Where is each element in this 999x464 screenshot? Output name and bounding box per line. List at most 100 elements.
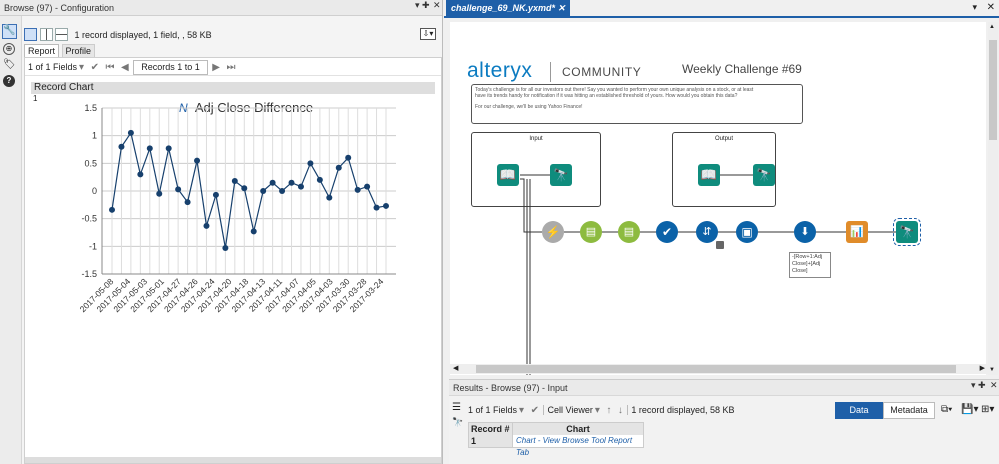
fields-dropdown-arrow-icon[interactable]: ▾ <box>519 402 524 420</box>
next-record-icon[interactable]: ▶ <box>212 59 220 77</box>
last-record-icon[interactable]: ⏭ <box>226 59 235 77</box>
data-point <box>316 176 323 183</box>
tab-close-icon[interactable]: ✕ <box>558 3 566 13</box>
results-side-icons: ☰ 🔭 <box>452 402 464 464</box>
data-point <box>156 190 163 197</box>
y-tick-label: -1 <box>89 241 97 251</box>
data-point <box>279 188 286 194</box>
tag-icon[interactable]: 🏷 <box>3 59 16 71</box>
results-fields-dropdown[interactable]: 1 of 1 Fields <box>468 405 517 415</box>
cell-viewer-dropdown[interactable]: Cell Viewer <box>543 405 593 415</box>
pin-icon[interactable]: ▾ ✚ <box>415 0 430 11</box>
select-tool[interactable]: ✔ <box>656 221 678 243</box>
data-point <box>354 186 361 193</box>
copy-icon[interactable]: ⧉▾ <box>941 404 952 415</box>
tab-dropdown-icon[interactable]: ▾ <box>972 2 977 13</box>
data-point <box>194 157 201 164</box>
workflow-canvas[interactable]: alteryx COMMUNITY Weekly Challenge #69 T… <box>450 22 986 375</box>
fields-dropdown[interactable]: 1 of 1 Fields <box>28 62 77 72</box>
horizontal-scrollbar[interactable] <box>25 457 441 463</box>
tab-document[interactable]: challenge_69_NK.yxmd* ✕ <box>446 0 571 16</box>
layout-single-icon[interactable] <box>24 28 37 42</box>
report-nav-toolbar: 1 of 1 Fields ▾ ✔ ⏮ ◀ Records 1 to 1 ▶ ⏭ <box>25 58 441 76</box>
data-point <box>146 145 153 152</box>
row-number: 1 <box>469 435 513 447</box>
data-point <box>269 179 276 186</box>
chart-cell[interactable]: Chart - View Browse Tool Report Tab <box>513 435 643 457</box>
results-close-icon[interactable]: ✕ <box>990 380 998 391</box>
scroll-up-icon[interactable]: ▲ <box>989 24 995 30</box>
save-icon[interactable]: 💾▾ <box>961 404 978 415</box>
data-point <box>335 164 342 171</box>
data-point <box>307 160 314 167</box>
wrench-icon[interactable]: 🔧 <box>2 24 17 39</box>
results-check-icon[interactable]: ✔ <box>531 402 539 420</box>
data-point <box>288 179 295 186</box>
text-to-columns-tool[interactable]: ▤ <box>580 221 602 243</box>
dropdown-arrow-icon[interactable]: ▾ <box>79 59 84 77</box>
window-close-icon[interactable]: ✕ <box>987 2 995 13</box>
data-point <box>326 194 333 201</box>
scroll-left-icon[interactable]: ◀ <box>453 364 458 372</box>
input-data-tool[interactable]: 📖 <box>497 164 519 186</box>
add-icon[interactable]: ⊞▾ <box>981 404 994 415</box>
table-header: Record # Chart <box>469 423 643 435</box>
browse-tool-selected[interactable]: 🔭 <box>893 218 921 246</box>
data-point <box>118 143 125 150</box>
data-point <box>364 183 371 190</box>
list-view-icon[interactable]: ☰ <box>452 402 464 413</box>
layout-vertical-icon[interactable] <box>55 28 69 42</box>
config-icon-strip: 🔧 ⊕ 🏷 ? <box>0 16 22 464</box>
data-point <box>212 191 219 198</box>
y-tick-label: -0.5 <box>81 214 97 224</box>
prev-record-icon[interactable]: ◀ <box>121 59 129 77</box>
table-row[interactable]: 1 Chart - View Browse Tool Report Tab <box>469 435 643 457</box>
document-tab-bar: challenge_69_NK.yxmd* ✕ ▾ ✕ <box>444 0 999 18</box>
close-icon[interactable]: ✕ <box>433 0 441 11</box>
scroll-down-icon[interactable]: ▼ <box>989 367 995 373</box>
export-icon[interactable]: ⇩▾ <box>420 28 436 40</box>
data-point <box>175 186 182 193</box>
data-button[interactable]: Data <box>835 402 883 419</box>
record-id-tool[interactable]: ▣ <box>736 221 758 243</box>
formula-annotation: -[Row+1:Adj Close]+[Adj Close] <box>789 252 831 278</box>
sort-badge-icon <box>716 241 724 249</box>
canvas-vertical-scrollbar[interactable]: ▲ ▼ <box>988 22 998 375</box>
scroll-right-icon[interactable]: ▶ <box>980 364 985 372</box>
help-icon[interactable]: ? <box>3 75 15 87</box>
browse-tool-output[interactable]: 🔭 <box>753 164 775 186</box>
tab-profile[interactable]: Profile <box>61 44 96 57</box>
data-point <box>373 204 380 211</box>
connection-icon[interactable]: ⊕ <box>3 43 15 55</box>
viewer-dropdown-arrow-icon[interactable]: ▾ <box>595 402 600 420</box>
canvas-horizontal-scrollbar[interactable]: ◀ ▶ <box>450 364 988 374</box>
results-info-text: 1 record displayed, 58 KB <box>627 405 735 415</box>
layout-horizontal-icon[interactable] <box>39 28 53 42</box>
y-tick-label: 1 <box>92 131 97 141</box>
tab-report[interactable]: Report <box>24 44 60 57</box>
data-point <box>241 185 248 192</box>
browse-tool-input[interactable]: 🔭 <box>550 164 572 186</box>
col-record-header[interactable]: Record # <box>469 423 513 435</box>
first-record-icon[interactable]: ⏮ <box>105 59 114 77</box>
metadata-button[interactable]: Metadata <box>883 402 935 419</box>
y-tick-label: 0.5 <box>84 158 97 168</box>
sort-tool[interactable]: ⇵ <box>696 221 718 243</box>
report-area: 1 of 1 Fields ▾ ✔ ⏮ ◀ Records 1 to 1 ▶ ⏭ … <box>24 57 442 464</box>
binoculars-icon[interactable]: 🔭 <box>452 417 464 428</box>
data-point <box>260 188 267 194</box>
adj-close-chart: Adj Close DifferenceN1.510.50-0.5-1-1.52… <box>78 100 396 314</box>
config-panel-title: Browse (97) - Configuration <box>0 0 442 16</box>
col-chart-header[interactable]: Chart <box>513 423 643 435</box>
download-tool[interactable]: ⚡ <box>542 221 564 243</box>
results-panel: Results - Browse (97) - Input ▾ ✚ ✕ ☰ 🔭 … <box>449 379 999 464</box>
sort-down-icon[interactable]: ↓ <box>618 402 623 420</box>
sort-up-icon[interactable]: ↑ <box>606 402 611 420</box>
text-to-columns-tool-2[interactable]: ▤ <box>618 221 640 243</box>
results-pin-icon[interactable]: ▾ ✚ <box>971 380 986 391</box>
check-icon[interactable]: ✔ <box>91 59 99 77</box>
output-data-tool[interactable]: 📖 <box>698 164 720 186</box>
interactive-chart-tool[interactable]: 📊 <box>846 221 868 243</box>
report-tabs: Report Profile <box>24 44 96 58</box>
multi-row-formula-tool[interactable]: ⬇ <box>794 221 816 243</box>
